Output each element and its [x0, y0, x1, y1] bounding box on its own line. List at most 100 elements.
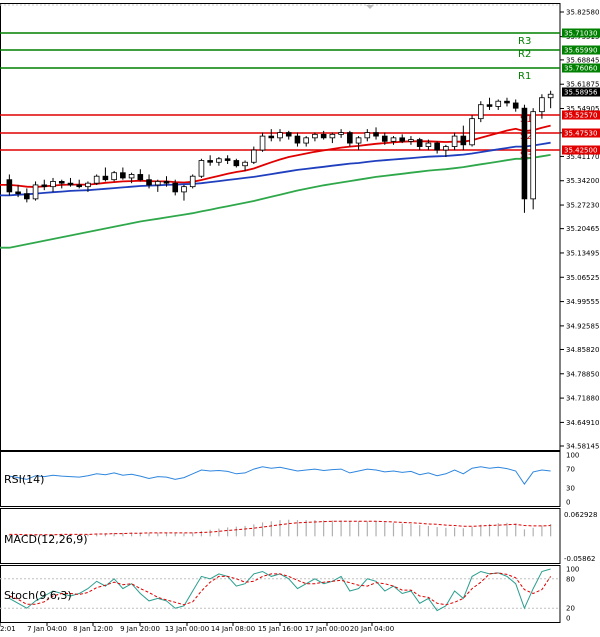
time-axis: 2:01 7 Jan 04:00 8 Jan 12:00 9 Jan 20:00 13 … — [0, 622, 394, 633]
candle-body — [399, 137, 406, 142]
candle — [338, 129, 344, 138]
candle-body — [416, 139, 423, 147]
candle — [189, 174, 196, 189]
candle-body — [259, 135, 266, 151]
candle-body — [425, 142, 432, 147]
chart-canvas[interactable]: 35.8258035.7551535.6884535.6187535.54905… — [0, 0, 600, 637]
candle — [251, 146, 257, 164]
candle-body — [329, 133, 336, 139]
level-label-r2: R2 — [518, 49, 531, 60]
candle — [224, 155, 231, 164]
level-label-r3: R3 — [518, 36, 531, 47]
candle-body — [172, 182, 179, 193]
candle-body — [338, 132, 344, 135]
price-tick-label: 34.71880 — [566, 395, 599, 403]
price-tick-label: 34.99555 — [566, 298, 599, 306]
price-tick-label: 34.78850 — [566, 370, 599, 378]
candle — [32, 181, 39, 201]
time-tick-label: 13 Jan 00:00 — [165, 625, 209, 633]
candle — [512, 99, 519, 112]
stoch-tick-label: 0 — [566, 615, 570, 623]
candle-body — [189, 175, 196, 188]
candle — [268, 129, 275, 142]
candle — [547, 90, 554, 109]
candle — [460, 125, 467, 151]
candle-body — [312, 133, 318, 139]
candle-body — [373, 132, 379, 137]
candle — [434, 141, 440, 154]
rsi-tick-label: 30 — [566, 484, 575, 492]
candle — [93, 174, 100, 185]
time-tick-label: 9 Jan 20:00 — [120, 625, 160, 633]
macd-tick-label: 0.062928 — [564, 511, 597, 519]
stoch-k-line — [9, 568, 551, 612]
candle-body — [268, 135, 275, 139]
rsi-pane: 100 70 30 0 RSI(14) — [4, 452, 579, 507]
moving-average-line — [0, 154, 551, 249]
stoch-title: Stoch(9,6,3) — [4, 589, 72, 602]
candle — [259, 132, 266, 152]
candle-body — [58, 181, 65, 184]
candle — [390, 136, 397, 145]
level-tag-text: 35.52570 — [564, 112, 597, 120]
candle-body — [242, 161, 248, 167]
candle — [277, 129, 283, 142]
candle-body — [303, 137, 309, 144]
candle — [50, 177, 56, 192]
level-label-r1: R1 — [518, 71, 531, 82]
candle — [451, 132, 458, 151]
price-tick-label: 35.20465 — [566, 225, 599, 233]
moving-averages — [0, 124, 551, 249]
macd-pane: 0.062928 -0.05862 MACD(12,26,9) — [4, 511, 597, 563]
candle-body — [111, 172, 117, 181]
candle — [495, 99, 502, 110]
candle-body — [539, 97, 545, 113]
candle-body — [233, 160, 240, 167]
chart-window: 35.8258035.7551535.6884535.6187535.54905… — [0, 0, 600, 637]
candle-body — [15, 191, 21, 195]
candle — [329, 132, 336, 144]
candle-body — [504, 100, 510, 104]
rsi-tick-label: 70 — [566, 466, 575, 474]
candle-body — [486, 104, 493, 107]
stoch-tick-label: 20 — [566, 605, 575, 613]
level-tag-text: 35.76060 — [564, 65, 597, 73]
price-tick-label: 35.68845 — [566, 56, 599, 64]
candle — [312, 132, 318, 142]
price-tick-label: 35.34200 — [566, 177, 599, 185]
price-axis: 35.8258035.7551535.6884535.6187535.54905… — [560, 9, 599, 451]
candle — [521, 104, 528, 213]
candle — [294, 132, 301, 147]
candle — [24, 188, 30, 203]
macd-tick-label: -0.05862 — [564, 555, 595, 563]
time-tick-label: 2:01 — [0, 625, 16, 633]
candle — [111, 170, 117, 182]
candle-body — [521, 107, 528, 200]
current-price-tag-text: 35.58956 — [564, 89, 598, 97]
candle — [486, 97, 493, 110]
price-tick-label: 35.06525 — [566, 274, 599, 282]
candle — [477, 101, 484, 123]
candle-body — [530, 111, 536, 200]
candle-body — [102, 175, 109, 181]
candle-body — [285, 132, 292, 137]
candle-body — [320, 133, 327, 139]
stoch-tick-label: 80 — [566, 575, 575, 583]
candle — [216, 157, 222, 166]
candle-body — [495, 100, 502, 107]
candle-body — [24, 193, 30, 200]
candle-body — [364, 132, 371, 139]
candle — [6, 174, 13, 196]
price-tick-label: 34.64910 — [566, 419, 599, 427]
candle-body — [120, 172, 126, 179]
candle-body — [347, 132, 353, 144]
rsi-tick-label: 0 — [566, 499, 570, 507]
macd-title: MACD(12,26,9) — [4, 533, 88, 546]
level-tag-text: 35.47530 — [564, 130, 597, 138]
candle-body — [294, 135, 301, 144]
candle — [233, 158, 240, 168]
price-tick-label: 35.27230 — [566, 202, 599, 210]
time-tick-label: 15 Jan 16:00 — [258, 625, 302, 633]
candle-body — [41, 184, 48, 188]
rsi-pane-border — [0, 451, 561, 507]
